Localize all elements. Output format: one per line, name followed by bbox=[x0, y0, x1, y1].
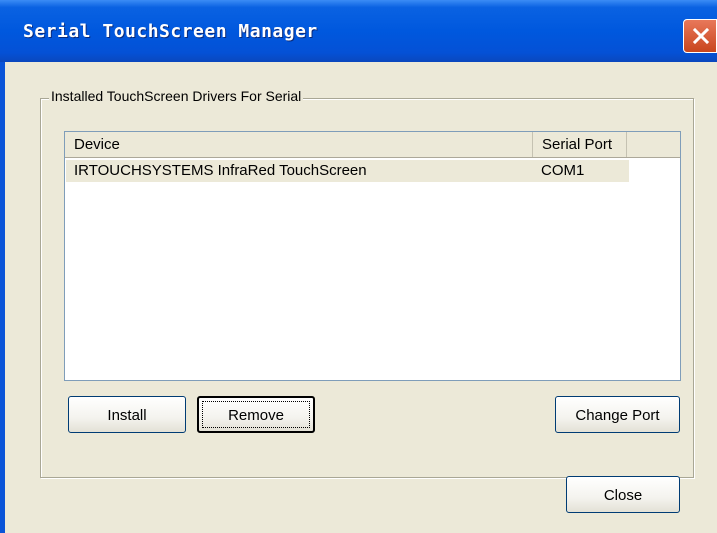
remove-button[interactable]: Remove bbox=[197, 396, 315, 433]
drivers-listview[interactable]: Device Serial Port IRTOUCHSYSTEMS InfraR… bbox=[64, 131, 681, 381]
column-header-device[interactable]: Device bbox=[65, 132, 533, 157]
window-frame-left bbox=[0, 62, 5, 533]
groupbox-label: Installed TouchScreen Drivers For Serial bbox=[49, 88, 304, 104]
list-header: Device Serial Port bbox=[65, 132, 680, 158]
close-icon[interactable] bbox=[683, 19, 717, 53]
install-button[interactable]: Install bbox=[68, 396, 186, 433]
serial-port-cell: COM1 bbox=[541, 162, 585, 179]
title-bar[interactable]: Serial TouchScreen Manager bbox=[0, 0, 717, 62]
list-item[interactable]: IRTOUCHSYSTEMS InfraRed TouchScreen COM1 bbox=[66, 160, 629, 182]
close-button[interactable]: Close bbox=[566, 476, 680, 513]
window-title: Serial TouchScreen Manager bbox=[23, 21, 318, 42]
dialog-window: Serial TouchScreen Manager Installed Tou… bbox=[0, 0, 717, 533]
focus-ring bbox=[202, 401, 310, 428]
column-header-serial-port[interactable]: Serial Port bbox=[533, 132, 627, 157]
device-cell: IRTOUCHSYSTEMS InfraRed TouchScreen bbox=[74, 162, 367, 179]
close-x-glyph bbox=[692, 27, 710, 45]
change-port-button[interactable]: Change Port bbox=[555, 396, 680, 433]
